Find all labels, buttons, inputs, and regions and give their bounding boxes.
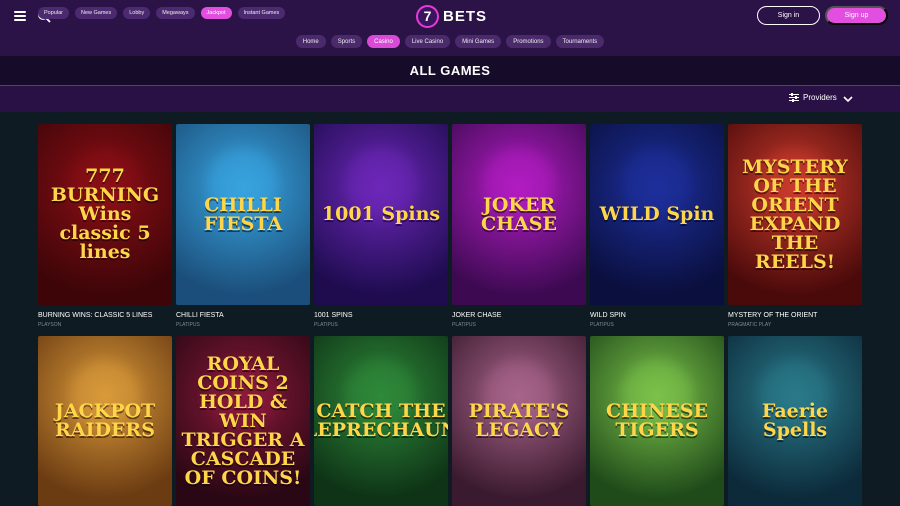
game-thumbnail-title: PIRATE'S LEGACY bbox=[468, 400, 570, 441]
game-thumbnail[interactable]: WILD Spin bbox=[590, 124, 724, 305]
game-provider: PLAYSON bbox=[38, 322, 62, 328]
site-logo[interactable]: 7 BETS bbox=[416, 4, 487, 28]
game-thumbnail-title: JOKER CHASE bbox=[480, 193, 558, 235]
nav-mini-games[interactable]: Mini Games bbox=[455, 35, 502, 48]
nav-sports[interactable]: Sports bbox=[330, 35, 363, 48]
nav-home[interactable]: Home bbox=[295, 35, 326, 48]
filter-popular[interactable]: Popular bbox=[38, 7, 69, 19]
nav-live-casino[interactable]: Live Casino bbox=[404, 35, 451, 48]
game-card[interactable]: PIRATE'S LEGACY bbox=[452, 336, 586, 506]
game-provider: PLATIPUS bbox=[176, 322, 200, 328]
filter-megaways[interactable]: Megaways bbox=[156, 7, 195, 19]
sliders-icon bbox=[789, 93, 799, 102]
game-thumbnail-title: MYSTERY OF THE ORIENT EXPAND THE REELS! bbox=[742, 155, 848, 273]
nav-tournaments[interactable]: Tournaments bbox=[555, 35, 605, 48]
game-thumbnail[interactable]: 1001 Spins bbox=[314, 124, 448, 305]
game-thumbnail[interactable]: CHINESE TIGERS bbox=[590, 336, 724, 506]
game-card[interactable]: 777 BURNING Wins classic 5 lines BURNING … bbox=[38, 124, 172, 328]
game-provider: PRAGMATIC PLAY bbox=[728, 322, 772, 328]
game-thumbnail[interactable]: JOKER CHASE bbox=[452, 124, 586, 305]
games-grid: 777 BURNING Wins classic 5 lines BURNING … bbox=[38, 124, 864, 506]
game-thumbnail-title: WILD Spin bbox=[599, 203, 715, 225]
sign-in-button[interactable]: Sign in bbox=[757, 6, 820, 25]
game-card[interactable]: CHILLI FIESTA CHILLI FIESTA PLATIPUS bbox=[176, 124, 310, 328]
game-name[interactable]: BURNING WINS: CLASSIC 5 LINES bbox=[38, 312, 172, 319]
nav-casino[interactable]: Casino bbox=[367, 35, 400, 48]
main-nav: Home Sports Casino Live Casino Mini Game… bbox=[0, 35, 900, 48]
chevron-down-icon[interactable] bbox=[843, 95, 853, 103]
filter-jackpot[interactable]: Jackpot bbox=[200, 7, 232, 19]
game-card[interactable]: JACKPOT RAIDERS bbox=[38, 336, 172, 506]
game-card[interactable]: CHINESE TIGERS bbox=[590, 336, 724, 506]
game-thumbnail[interactable]: PIRATE'S LEGACY bbox=[452, 336, 586, 506]
logo-text: BETS bbox=[443, 7, 488, 25]
game-card[interactable]: MYSTERY OF THE ORIENT EXPAND THE REELS! M… bbox=[728, 124, 862, 328]
filter-new-games[interactable]: New Games bbox=[74, 7, 118, 19]
game-thumbnail[interactable]: JACKPOT RAIDERS bbox=[38, 336, 172, 506]
game-name[interactable]: MYSTERY OF THE ORIENT bbox=[728, 312, 862, 319]
game-thumbnail[interactable]: ROYAL COINS 2 HOLD & WIN TRIGGER A CASCA… bbox=[176, 336, 310, 506]
filter-instant-games[interactable]: Instant Games bbox=[237, 7, 286, 19]
game-card[interactable]: JOKER CHASE JOKER CHASE PLATIPUS bbox=[452, 124, 586, 328]
game-name[interactable]: CHILLI FIESTA bbox=[176, 312, 310, 319]
logo-mark: 7 bbox=[416, 4, 439, 28]
game-thumbnail-title: 1001 Spins bbox=[321, 203, 441, 225]
game-thumbnail-title: JACKPOT RAIDERS bbox=[54, 400, 156, 441]
page-title: ALL GAMES bbox=[409, 63, 491, 78]
menu-icon[interactable] bbox=[14, 11, 26, 21]
game-card[interactable]: ROYAL COINS 2 HOLD & WIN TRIGGER A CASCA… bbox=[176, 336, 310, 506]
providers-label: Providers bbox=[803, 93, 837, 102]
game-provider: PLATIPUS bbox=[590, 322, 614, 328]
game-thumbnail-title: CHINESE TIGERS bbox=[605, 400, 708, 441]
game-card[interactable]: 1001 Spins 1001 SPINS PLATIPUS bbox=[314, 124, 448, 328]
game-provider: PLATIPUS bbox=[314, 322, 338, 328]
game-thumbnail[interactable]: CATCH THE LEPRECHAUN bbox=[314, 336, 448, 506]
game-thumbnail-title: 777 BURNING Wins classic 5 lines bbox=[50, 165, 160, 263]
game-thumbnail[interactable]: 777 BURNING Wins classic 5 lines bbox=[38, 124, 172, 305]
game-card[interactable]: CATCH THE LEPRECHAUN bbox=[314, 336, 448, 506]
game-name[interactable]: JOKER CHASE bbox=[452, 312, 586, 319]
game-thumbnail-title: ROYAL COINS 2 HOLD & WIN TRIGGER A CASCA… bbox=[181, 352, 305, 489]
providers-dropdown[interactable]: Providers bbox=[789, 93, 837, 102]
filter-lobby[interactable]: Lobby bbox=[123, 7, 151, 19]
filter-bar bbox=[0, 86, 900, 112]
game-thumbnail-title: CATCH THE LEPRECHAUN bbox=[314, 400, 448, 441]
game-name[interactable]: 1001 SPINS bbox=[314, 312, 448, 319]
game-card[interactable]: WILD Spin WILD SPIN PLATIPUS bbox=[590, 124, 724, 328]
game-provider: PLATIPUS bbox=[452, 322, 476, 328]
game-name[interactable]: WILD SPIN bbox=[590, 312, 724, 319]
category-filters: Popular New Games Lobby Megaways Jackpot… bbox=[38, 7, 286, 19]
game-thumbnail-title: CHILLI FIESTA bbox=[203, 193, 283, 235]
game-thumbnail[interactable]: MYSTERY OF THE ORIENT EXPAND THE REELS! bbox=[728, 124, 862, 305]
page-title-bar: ALL GAMES bbox=[0, 56, 900, 86]
sign-up-button[interactable]: Sign up bbox=[825, 6, 888, 25]
game-thumbnail[interactable]: CHILLI FIESTA bbox=[176, 124, 310, 305]
game-thumbnail-title: Faerie Spells bbox=[761, 400, 829, 441]
game-card[interactable]: Faerie Spells bbox=[728, 336, 862, 506]
nav-promotions[interactable]: Promotions bbox=[506, 35, 551, 48]
game-thumbnail[interactable]: Faerie Spells bbox=[728, 336, 862, 506]
